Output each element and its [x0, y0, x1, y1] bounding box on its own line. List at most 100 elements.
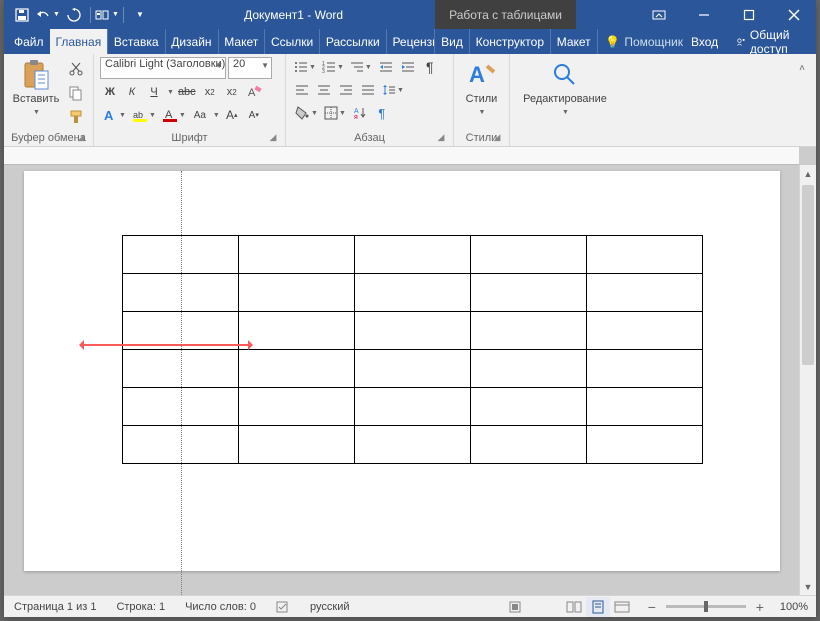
copy-icon[interactable] [66, 83, 86, 103]
status-proofing-icon[interactable] [266, 600, 300, 614]
align-right-icon[interactable] [336, 80, 356, 100]
tab-references[interactable]: Ссылки [265, 29, 319, 54]
status-words[interactable]: Число слов: 0 [175, 601, 266, 613]
change-case-button[interactable]: Aa [190, 105, 210, 125]
clear-formatting-icon[interactable]: A [244, 82, 264, 102]
font-dialog-icon[interactable]: ◢ [267, 132, 279, 144]
multilevel-icon[interactable]: ▼ [348, 57, 374, 77]
font-size-value: 20 [233, 58, 245, 70]
shrink-font-icon[interactable]: A▾ [244, 105, 264, 125]
collapse-ribbon-icon[interactable]: ˄ [792, 58, 812, 78]
svg-text:A: A [469, 62, 485, 87]
cut-icon[interactable] [66, 59, 86, 79]
tab-view[interactable]: Вид [435, 29, 469, 54]
font-size-select[interactable]: 20 ▼ [228, 57, 272, 79]
ribbon-options-icon[interactable] [636, 0, 681, 29]
font-name-select[interactable]: Calibri Light (Заголовки)▼ [100, 57, 226, 79]
shading-icon[interactable]: ▼ [292, 103, 320, 123]
tab-insert[interactable]: Вставка [108, 29, 165, 54]
share-button[interactable]: Общий доступ [726, 29, 816, 54]
format-painter-icon[interactable] [66, 107, 86, 127]
zoom-out-button[interactable]: − [642, 597, 662, 617]
styles-dialog-icon[interactable]: ◢ [491, 132, 503, 144]
redo-icon[interactable] [62, 3, 86, 27]
show-all-icon[interactable]: ¶ [372, 103, 392, 123]
align-center-icon[interactable] [314, 80, 334, 100]
document-table[interactable] [122, 235, 703, 464]
chevron-down-icon: ▼ [261, 61, 269, 70]
qat-customize-icon[interactable]: ▼ [128, 3, 152, 27]
bullets-icon[interactable]: ▼ [292, 57, 318, 77]
zoom-value[interactable]: 100% [774, 601, 808, 613]
superscript-button[interactable]: x2 [222, 82, 242, 102]
numbering-icon[interactable]: 123▼ [320, 57, 346, 77]
clipboard-dialog-icon[interactable]: ◢ [75, 132, 87, 144]
scroll-up-icon[interactable]: ▲ [800, 165, 816, 182]
line-spacing-icon[interactable]: ▼ [380, 80, 406, 100]
paste-label: Вставить [13, 93, 60, 105]
font-color-icon[interactable]: A▼ [160, 105, 188, 125]
borders-icon[interactable]: ▼ [322, 103, 348, 123]
font-name-value: Calibri Light (Заголовки) [105, 58, 225, 70]
editing-label: Редактирование [523, 93, 607, 105]
sign-in-link[interactable]: Вход [691, 35, 718, 49]
tab-home[interactable]: Главная [50, 29, 108, 54]
status-macro-icon[interactable] [498, 600, 532, 614]
highlight-icon[interactable]: ab▼ [130, 105, 158, 125]
window-title: Документ1 - Word [152, 8, 435, 22]
chevron-down-icon: ▼ [215, 61, 223, 70]
save-icon[interactable] [10, 3, 34, 27]
undo-icon[interactable]: ▼ [36, 3, 60, 27]
touch-mode-icon[interactable]: ▼ [95, 3, 119, 27]
strikethrough-button[interactable]: abc [176, 82, 198, 102]
align-left-icon[interactable] [292, 80, 312, 100]
tell-me-label: Помощник [624, 35, 683, 49]
tab-layout[interactable]: Макет [218, 29, 264, 54]
status-line[interactable]: Строка: 1 [106, 601, 175, 613]
tab-mailings[interactable]: Рассылки [320, 29, 386, 54]
tab-review[interactable]: Рецензирование [386, 29, 434, 54]
zoom-slider[interactable] [666, 605, 746, 608]
tab-ctx-layout[interactable]: Макет [551, 29, 597, 54]
bold-button[interactable]: Ж [100, 82, 120, 102]
underline-button[interactable]: Ч [144, 82, 164, 102]
sort-icon[interactable]: Aя [350, 103, 370, 123]
document-page[interactable] [24, 171, 780, 571]
show-marks-icon[interactable]: ¶ [420, 57, 440, 77]
minimize-icon[interactable] [681, 0, 726, 29]
zoom-thumb[interactable] [704, 601, 708, 612]
decrease-indent-icon[interactable] [376, 57, 396, 77]
text-effects-icon[interactable]: A▼ [100, 105, 128, 125]
bulb-icon: 💡 [605, 35, 620, 49]
paragraph-dialog-icon[interactable]: ◢ [435, 132, 447, 144]
scroll-down-icon[interactable]: ▼ [800, 578, 816, 595]
scroll-thumb[interactable] [802, 185, 814, 365]
subscript-button[interactable]: x2 [200, 82, 220, 102]
tab-ctx-design[interactable]: Конструктор [470, 29, 550, 54]
zoom-in-button[interactable]: + [750, 597, 770, 617]
tell-me[interactable]: 💡 Помощник [597, 29, 691, 54]
close-icon[interactable] [771, 0, 816, 29]
horizontal-ruler[interactable] [4, 147, 799, 165]
view-print-icon[interactable] [586, 597, 610, 617]
justify-icon[interactable] [358, 80, 378, 100]
svg-text:3: 3 [322, 69, 325, 74]
group-font-label: Шрифт [171, 132, 207, 144]
grow-font-icon[interactable]: A▴ [222, 105, 242, 125]
share-icon [736, 35, 746, 49]
increase-indent-icon[interactable] [398, 57, 418, 77]
editing-button[interactable]: Редактирование▼ [516, 57, 614, 119]
status-page[interactable]: Страница 1 из 1 [4, 601, 106, 613]
tab-design[interactable]: Дизайн [165, 29, 217, 54]
status-language[interactable]: русский [300, 601, 359, 613]
context-tab-label: Работа с таблицами [435, 0, 576, 29]
paste-button[interactable]: Вставить▼ [10, 57, 62, 119]
tab-file[interactable]: Файл [8, 29, 50, 54]
view-read-icon[interactable] [562, 597, 586, 617]
styles-button[interactable]: A Стили▼ [460, 57, 503, 119]
svg-text:я: я [354, 114, 358, 120]
maximize-icon[interactable] [726, 0, 771, 29]
view-web-icon[interactable] [610, 597, 634, 617]
vertical-scrollbar[interactable]: ▲ ▼ [799, 165, 816, 595]
italic-button[interactable]: К [122, 82, 142, 102]
